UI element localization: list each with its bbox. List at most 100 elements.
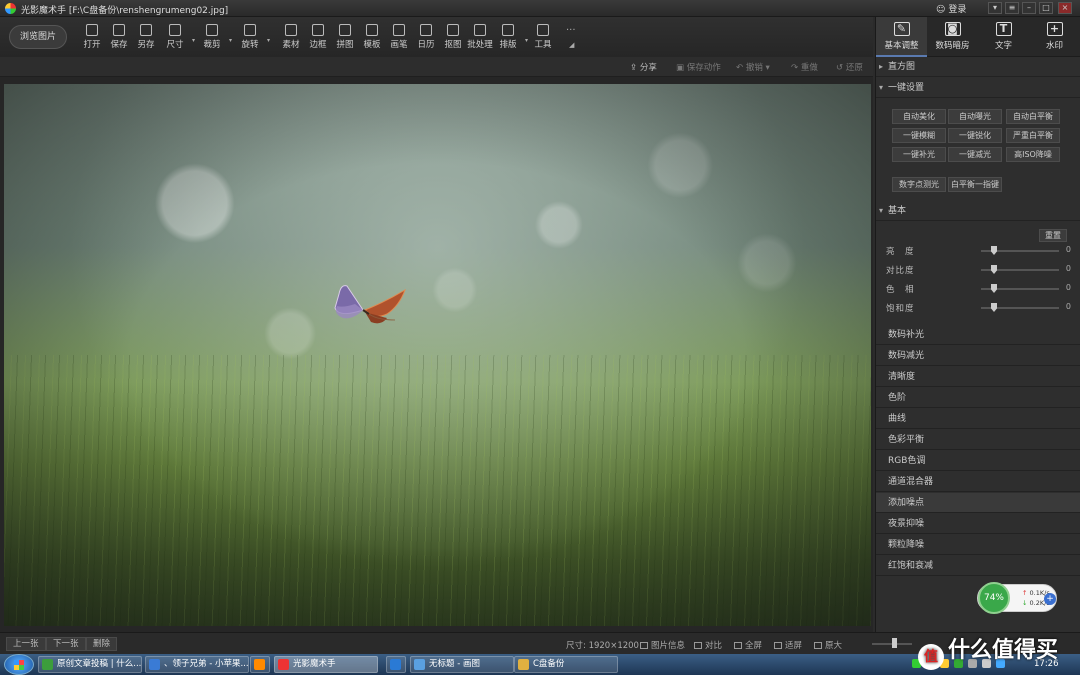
prev-image-button[interactable]: 上一张	[6, 637, 46, 651]
minimize-button[interactable]: –	[1022, 2, 1036, 14]
original-size-button[interactable]: 原大	[814, 639, 842, 651]
tab-text[interactable]: T 文字	[978, 17, 1029, 57]
section-item[interactable]: 添加噪点	[876, 493, 1080, 513]
tool-cutout[interactable]: 抠图	[439, 21, 467, 55]
fit-screen-button[interactable]: 适屏	[774, 639, 802, 651]
oneclick-button[interactable]: 一键减光	[948, 147, 1002, 162]
network-monitor-widget[interactable]: 74% ↑ 0.1K/s ↓ 0.2K/s +	[977, 582, 1057, 614]
section-item[interactable]: 数码补光	[876, 325, 1080, 345]
next-image-button[interactable]: 下一张	[46, 637, 86, 651]
section-oneclick[interactable]: 一键设置	[876, 78, 1080, 98]
oneclick-button[interactable]: 一键模糊	[892, 128, 946, 143]
section-item[interactable]: RGB色调	[876, 451, 1080, 471]
section-item[interactable]: 曲线	[876, 409, 1080, 429]
slider-thumb[interactable]	[991, 303, 997, 312]
menu-icon[interactable]: ≡	[1005, 2, 1019, 14]
redo-button[interactable]: ↷ 重做	[791, 61, 818, 73]
tool-open[interactable]: 打开	[78, 21, 106, 55]
restore-button[interactable]: ↺ 还原	[836, 61, 863, 73]
slider-row[interactable]: 色 相 0	[886, 282, 1071, 296]
tool-resize[interactable]: 尺寸 ▾	[161, 21, 195, 55]
section-item[interactable]: 数码减光	[876, 346, 1080, 366]
tab-camera[interactable]: ◙ 数码暗房	[927, 17, 978, 57]
undo-button[interactable]: ↶ 撤销 ▾	[736, 61, 770, 73]
browse-images-button[interactable]: 浏览图片	[9, 25, 67, 49]
save-action-button[interactable]: ▣ 保存动作	[676, 61, 721, 73]
tool-material[interactable]: 素材	[277, 21, 305, 55]
taskbar-item[interactable]: 原创文章投稿 | 什么...	[38, 656, 142, 673]
tool-wrench[interactable]: 工具	[529, 21, 557, 55]
section-basic[interactable]: 基本	[876, 201, 1080, 221]
plus-icon[interactable]: +	[1044, 593, 1056, 605]
section-item[interactable]: 颗粒降噪	[876, 535, 1080, 555]
open-icon	[86, 24, 98, 36]
tool-batch[interactable]: 批处理	[466, 21, 494, 55]
tool-template[interactable]: 模板	[358, 21, 386, 55]
section-item[interactable]: 色彩平衡	[876, 430, 1080, 450]
image-info-button[interactable]: 图片信息	[640, 639, 685, 651]
taskbar-item[interactable]: 无标题 - 画图	[410, 656, 514, 673]
slider-thumb[interactable]	[991, 284, 997, 293]
tab-watermark[interactable]: + 水印	[1029, 17, 1080, 57]
chevron-down-icon[interactable]: ▾	[192, 37, 195, 44]
watermark-icon: +	[1046, 22, 1063, 36]
tool-save-as[interactable]: 另存	[132, 21, 160, 55]
tool-save[interactable]: 保存	[105, 21, 133, 55]
section-item[interactable]: 色阶	[876, 388, 1080, 408]
tab-label: 文字	[994, 41, 1012, 51]
slider-thumb[interactable]	[991, 265, 997, 274]
slider-thumb[interactable]	[991, 246, 997, 255]
oneclick-button[interactable]: 一键补光	[892, 147, 946, 162]
zoom-slider-thumb[interactable]	[892, 638, 897, 648]
photo-canvas[interactable]	[4, 84, 871, 626]
slider-row[interactable]: 饱和度 0	[886, 301, 1071, 315]
tool-border[interactable]: 边框	[304, 21, 332, 55]
oneclick-button[interactable]: 自动曝光	[948, 109, 1002, 124]
maximize-button[interactable]: □	[1039, 2, 1053, 14]
tool-layout[interactable]: 排版 ▾	[494, 21, 528, 55]
oneclick-button[interactable]: 自动白平衡	[1006, 109, 1060, 124]
more-tools-icon[interactable]: ···	[566, 25, 576, 36]
section-item[interactable]: 红饱和衰减	[876, 556, 1080, 576]
oneclick-button[interactable]: 自动美化	[892, 109, 946, 124]
image-size-label: 尺寸: 1920×1200	[566, 641, 639, 651]
taskbar-item[interactable]: 光影魔术手	[274, 656, 378, 673]
chevron-down-icon[interactable]: ▾	[229, 37, 232, 44]
taskbar-item[interactable]	[250, 656, 270, 673]
chevron-down-icon[interactable]: ▾	[267, 37, 270, 44]
share-button[interactable]: ⇪ 分享	[630, 61, 657, 73]
camera-icon: ◙	[944, 22, 961, 36]
taskbar-item[interactable]: C盘备份	[514, 656, 618, 673]
tool-crop[interactable]: 裁剪 ▾	[198, 21, 232, 55]
tool-label: 抠图	[444, 40, 462, 50]
compare-button[interactable]: 对比	[694, 639, 722, 651]
taskbar-item[interactable]: 、领子兄弟 - 小苹果...	[145, 656, 249, 673]
section-item[interactable]: 清晰度	[876, 367, 1080, 387]
taskbar-item[interactable]	[386, 656, 406, 673]
slider-row[interactable]: 亮 度 0	[886, 244, 1071, 258]
extra-button[interactable]: 白平衡一指键	[948, 177, 1002, 192]
login-link[interactable]: 登录	[936, 2, 966, 15]
oneclick-button[interactable]: 严重白平衡	[1006, 128, 1060, 143]
section-item[interactable]: 夜景抑噪	[876, 514, 1080, 534]
oneclick-button[interactable]: 高ISO降噪	[1006, 147, 1060, 162]
fullscreen-button[interactable]: 全屏	[734, 639, 762, 651]
tab-edit[interactable]: ✎ 基本调整	[876, 17, 927, 57]
oneclick-button[interactable]: 一键锐化	[948, 128, 1002, 143]
tool-rotate[interactable]: 旋转 ▾	[236, 21, 270, 55]
start-button[interactable]	[4, 654, 34, 675]
extra-button[interactable]: 数字点测光	[892, 177, 946, 192]
watermark-badge: 值	[918, 644, 944, 670]
tool-calendar[interactable]: 日历	[412, 21, 440, 55]
chevron-down-icon[interactable]: ▾	[525, 37, 528, 44]
delete-button[interactable]: 删除	[86, 637, 118, 651]
tool-collage[interactable]: 拼图	[331, 21, 359, 55]
expand-toolbar-icon[interactable]: ◢	[569, 41, 574, 49]
tool-brush[interactable]: 画笔	[385, 21, 413, 55]
close-button[interactable]: ×	[1058, 2, 1072, 14]
slider-row[interactable]: 对比度 0	[886, 263, 1071, 277]
reset-button[interactable]: 重置	[1039, 229, 1067, 242]
section-item[interactable]: 通道混合器	[876, 472, 1080, 492]
skin-button[interactable]: ▾	[988, 2, 1002, 14]
section-histogram[interactable]: 直方图	[876, 57, 1080, 77]
